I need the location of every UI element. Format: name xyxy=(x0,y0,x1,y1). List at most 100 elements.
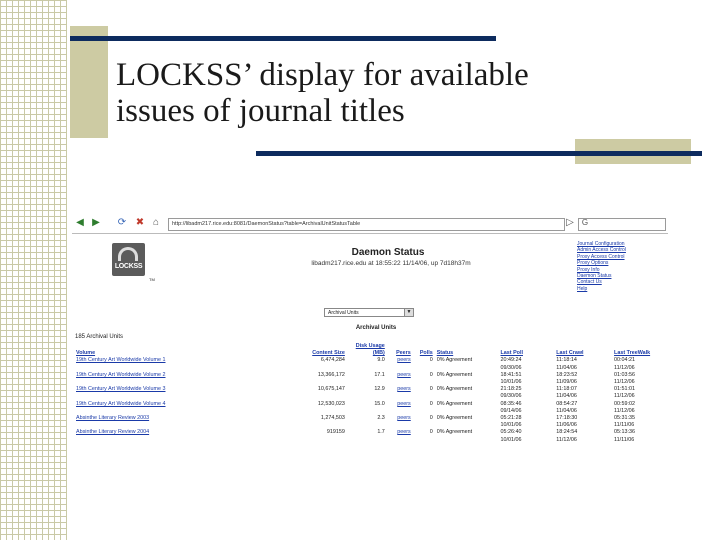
archival-units-table: Volume Content Size Disk Usage (MB) Peers… xyxy=(74,343,668,444)
cell-content-size: 919159 xyxy=(326,429,345,436)
volume-link[interactable]: Absinthe Literary Review 2003 xyxy=(76,415,149,421)
last-crawl-date: 11/12/06 xyxy=(556,436,577,443)
cell-last-poll: 08:35:46 09/14/06 xyxy=(499,401,555,415)
last-crawl-date: 11/06/06 xyxy=(556,422,577,429)
last-poll-time: 05:26:40 xyxy=(500,429,522,436)
last-crawl-time: 08:54:27 xyxy=(556,400,578,407)
last-poll-date: 09/14/06 xyxy=(500,407,522,414)
cell-peers[interactable]: peers xyxy=(387,401,413,415)
cell-last-crawl: 17:18:30 11/06/06 xyxy=(554,415,612,429)
last-poll-time: 05:21:28 xyxy=(500,415,522,422)
cell-last-poll: 18:41:51 10/01/06 xyxy=(499,372,555,386)
cell-polls: 0 xyxy=(429,357,433,364)
cell-peers[interactable]: peers xyxy=(387,415,413,429)
reload-icon[interactable]: ⟳ xyxy=(116,217,128,229)
stop-icon[interactable]: ✖ xyxy=(134,217,146,229)
cell-last-crawl: 11:18:07 11/04/06 xyxy=(554,386,612,400)
decor-bar-top xyxy=(70,36,496,41)
last-crawl-date: 11/04/06 xyxy=(556,393,577,400)
cell-peers[interactable]: peers xyxy=(387,386,413,400)
last-crawl-time: 11:18:14 xyxy=(556,357,577,364)
cell-peers[interactable]: peers xyxy=(387,429,413,443)
last-crawl-date: 11/09/06 xyxy=(556,379,577,386)
last-treewalk-date: 11/12/06 xyxy=(614,393,635,400)
peers-link[interactable]: peers xyxy=(397,386,411,392)
search-icon[interactable]: G xyxy=(579,217,591,229)
last-crawl-date: 11/04/06 xyxy=(556,407,577,414)
volume-link[interactable]: 19th Century Art Worldwide Volume 1 xyxy=(76,357,166,363)
last-poll-date: 10/01/06 xyxy=(500,422,522,429)
lockss-logo-text: LOCKSS xyxy=(114,263,143,270)
table-row: 19th Century Art Worldwide Volume 1 6,47… xyxy=(74,357,668,371)
col-peers[interactable]: Peers xyxy=(387,343,413,357)
cell-polls: 0 xyxy=(429,400,433,407)
table-select[interactable]: Archival Units ▼ xyxy=(324,308,414,317)
col-last-treewalk[interactable]: Last TreeWalk xyxy=(612,343,668,357)
toolbar-divider xyxy=(72,233,668,234)
search-box[interactable] xyxy=(578,218,666,231)
cell-peers[interactable]: peers xyxy=(387,357,413,371)
cell-last-treewalk: 00:04:21 11/12/06 xyxy=(612,357,668,371)
table-row: 19th Century Art Worldwide Volume 4 12,5… xyxy=(74,401,668,415)
cell-volume[interactable]: Absinthe Literary Review 2004 xyxy=(74,429,301,443)
col-last-poll[interactable]: Last Poll xyxy=(499,343,555,357)
last-crawl-time: 18:24:54 xyxy=(556,429,578,436)
col-volume[interactable]: Volume xyxy=(74,343,301,357)
peers-link[interactable]: peers xyxy=(397,415,411,421)
cell-volume[interactable]: 19th Century Art Worldwide Volume 1 xyxy=(74,357,301,371)
cell-status: 0% Agreement xyxy=(436,371,473,378)
link-help[interactable]: Help xyxy=(577,286,669,292)
cell-peers[interactable]: peers xyxy=(387,372,413,386)
peers-link[interactable]: peers xyxy=(397,372,411,378)
go-icon[interactable]: ▷ xyxy=(564,217,576,229)
last-poll-time: 18:41:51 xyxy=(500,371,522,378)
home-icon[interactable]: ⌂ xyxy=(150,217,162,229)
cell-polls: 0 xyxy=(429,371,433,378)
slide-title: LOCKSS’ display for available issues of … xyxy=(116,57,636,129)
last-treewalk-date: 11/12/06 xyxy=(614,379,635,386)
table-row: Absinthe Literary Review 2003 1,274,503 … xyxy=(74,415,668,429)
cell-volume[interactable]: 19th Century Art Worldwide Volume 4 xyxy=(74,401,301,415)
cell-content-size: 6,474,284 xyxy=(320,357,345,364)
cell-status: 0% Agreement xyxy=(436,429,473,436)
unit-count: 185 Archival Units xyxy=(75,334,124,340)
last-crawl-time: 11:18:07 xyxy=(556,386,577,393)
browser-toolbar: ◀ ▶ ⟳ ✖ ⌂ http://libadm217.rice.edu:8081… xyxy=(72,213,668,233)
cell-last-poll: 20:49:24 09/30/06 xyxy=(499,357,555,371)
col-status[interactable]: Status xyxy=(435,343,499,357)
volume-link[interactable]: 19th Century Art Worldwide Volume 2 xyxy=(76,372,166,378)
volume-link[interactable]: 19th Century Art Worldwide Volume 3 xyxy=(76,386,166,392)
table-row: Absinthe Literary Review 2004 919159 1.7… xyxy=(74,429,668,443)
col-disk-usage[interactable]: Disk Usage (MB) xyxy=(347,343,387,357)
last-poll-date: 09/30/06 xyxy=(500,393,522,400)
last-poll-date: 10/01/06 xyxy=(500,436,522,443)
url-bar[interactable]: http://libadm217.rice.edu:8081/DaemonSta… xyxy=(168,218,565,231)
chevron-down-icon[interactable]: ▼ xyxy=(404,309,413,316)
last-treewalk-date: 11/12/06 xyxy=(614,364,635,371)
volume-link[interactable]: Absinthe Literary Review 2004 xyxy=(76,429,149,435)
last-treewalk-time: 05:13:36 xyxy=(614,429,636,436)
cell-status: 0% Agreement xyxy=(436,386,473,393)
table-row: 19th Century Art Worldwide Volume 2 13,3… xyxy=(74,372,668,386)
col-last-crawl[interactable]: Last Crawl xyxy=(554,343,612,357)
peers-link[interactable]: peers xyxy=(397,401,411,407)
back-arrow-icon[interactable]: ◀ xyxy=(74,217,86,229)
last-treewalk-time: 01:03:56 xyxy=(614,371,636,378)
last-crawl-time: 18:23:52 xyxy=(556,371,578,378)
cell-volume[interactable]: 19th Century Art Worldwide Volume 3 xyxy=(74,386,301,400)
col-polls[interactable]: Polls xyxy=(413,343,435,357)
volume-link[interactable]: 19th Century Art Worldwide Volume 4 xyxy=(76,401,166,407)
forward-arrow-icon[interactable]: ▶ xyxy=(90,217,102,229)
cell-volume[interactable]: Absinthe Literary Review 2003 xyxy=(74,415,301,429)
cell-polls: 0 xyxy=(429,429,433,436)
cell-volume[interactable]: 19th Century Art Worldwide Volume 2 xyxy=(74,372,301,386)
last-poll-time: 08:35:46 xyxy=(500,400,522,407)
col-content-size[interactable]: Content Size xyxy=(301,343,347,357)
peers-link[interactable]: peers xyxy=(397,357,411,363)
peers-link[interactable]: peers xyxy=(397,429,411,435)
lockss-logo-mark-icon xyxy=(118,247,138,261)
last-poll-date: 09/30/06 xyxy=(500,364,522,371)
slide-title-line1: LOCKSS’ display for available xyxy=(116,57,529,93)
table-header-row: Volume Content Size Disk Usage (MB) Peers… xyxy=(74,343,668,357)
col-disk-usage-line1: Disk Usage xyxy=(355,343,385,349)
